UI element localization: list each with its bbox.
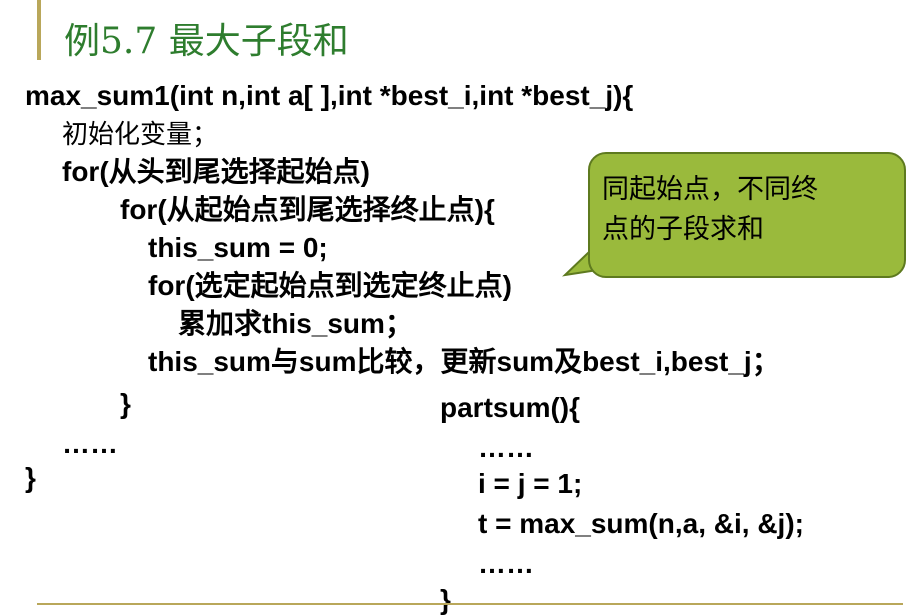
code-line: 累加求this_sum； bbox=[178, 308, 413, 339]
callout-text: 同起始点，不同终 点的子段求和 bbox=[602, 170, 902, 250]
code-line: max_sum1(int n,int a[ ],int *best_i,int … bbox=[25, 80, 634, 111]
code-line: 初始化变量； bbox=[62, 120, 219, 150]
title-accent-bar bbox=[37, 0, 41, 60]
callout-line: 点的子段求和 bbox=[602, 214, 764, 245]
code-line: …… bbox=[62, 428, 118, 459]
code-line: } bbox=[120, 388, 131, 419]
code-line: …… bbox=[478, 432, 534, 463]
code-line: for(从起始点到尾选择终止点){ bbox=[120, 194, 495, 225]
code-line: this_sum = 0; bbox=[148, 232, 328, 263]
callout-line: 同起始点，不同终 bbox=[602, 174, 818, 205]
code-line: i = j = 1; bbox=[478, 468, 583, 499]
code-line: for(从头到尾选择起始点) bbox=[62, 156, 370, 187]
code-line: partsum(){ bbox=[440, 392, 581, 423]
code-line: for(选定起始点到选定终止点) bbox=[148, 270, 512, 301]
slide-title: 例5.7 最大子段和 bbox=[64, 21, 349, 62]
code-line: this_sum与sum比较，更新sum及best_i,best_j； bbox=[148, 346, 780, 377]
code-line: } bbox=[25, 462, 36, 493]
code-line: t = max_sum(n,a, &i, &j); bbox=[478, 508, 804, 539]
code-line: …… bbox=[478, 548, 534, 579]
bottom-rule bbox=[37, 603, 903, 605]
code-line: } bbox=[440, 584, 451, 615]
